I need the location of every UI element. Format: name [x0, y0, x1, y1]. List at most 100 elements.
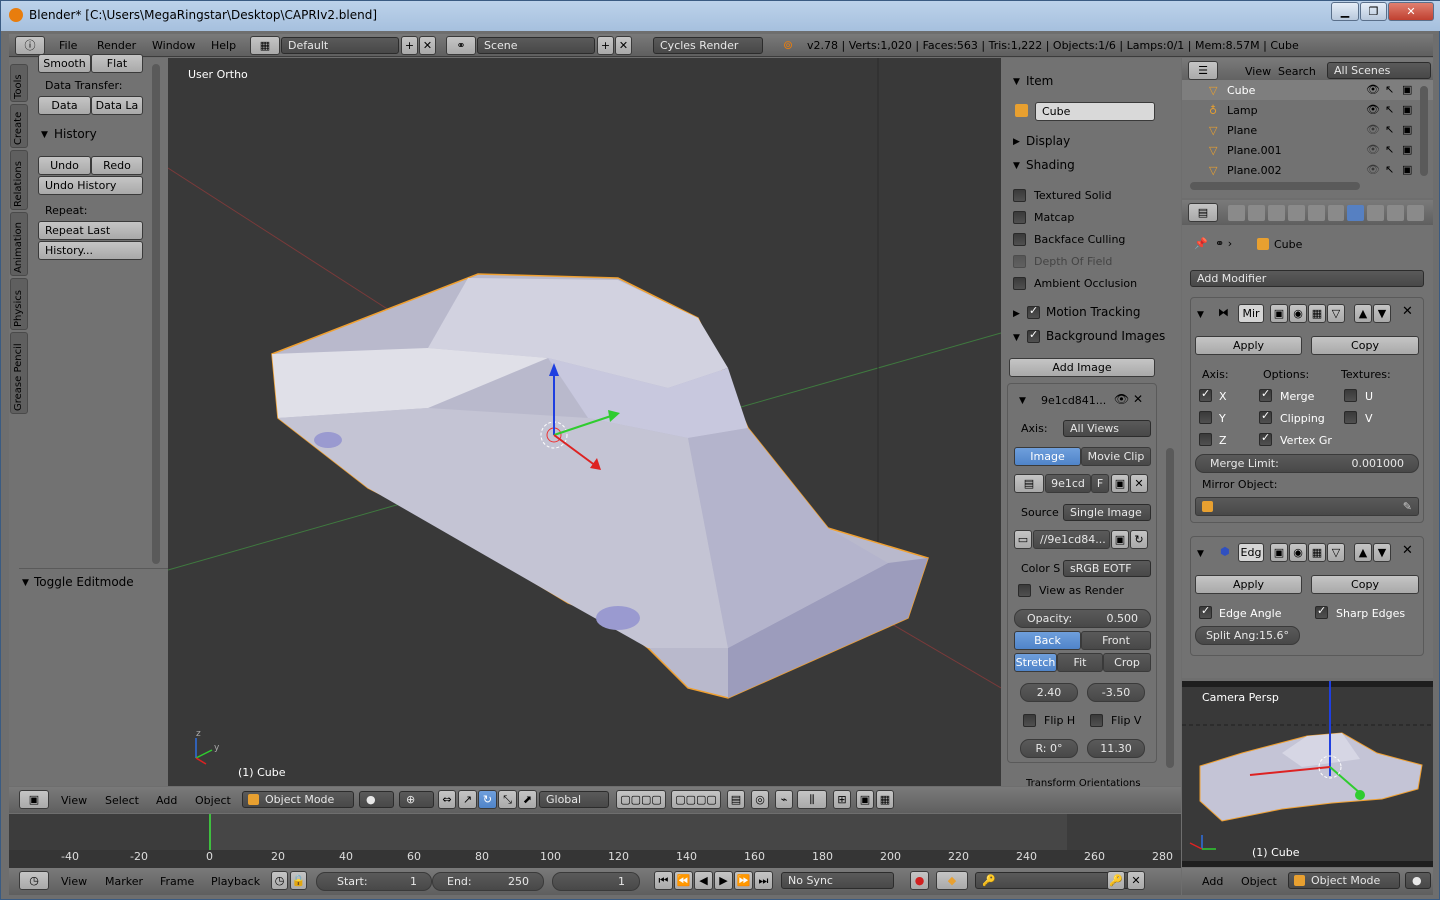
- menu-view[interactable]: View: [61, 794, 87, 807]
- merge-limit-slider[interactable]: Merge Limit: 0.001000: [1195, 454, 1419, 473]
- motion-tracking-header[interactable]: Motion Tracking: [1046, 305, 1140, 319]
- tool-shelf-scrollbar[interactable]: [152, 64, 160, 564]
- axis-y-checkbox[interactable]: [1199, 411, 1212, 424]
- clipping-checkbox[interactable]: [1259, 409, 1272, 424]
- menu-add[interactable]: Add: [156, 794, 177, 807]
- visibility-eye-icon[interactable]: 👁: [1366, 103, 1380, 116]
- pivot-point-select[interactable]: ⊕: [399, 791, 434, 808]
- flat-button[interactable]: Flat: [91, 54, 143, 73]
- constraints-tab-icon[interactable]: [1327, 205, 1345, 221]
- tab-movie-clip[interactable]: Movie Clip: [1081, 447, 1151, 466]
- vertex-group-checkbox[interactable]: [1259, 431, 1272, 446]
- display-expand-icon[interactable]: ▶: [1013, 137, 1020, 147]
- crop-button[interactable]: Crop: [1103, 653, 1151, 672]
- front-button[interactable]: Front: [1081, 631, 1151, 650]
- undo-button[interactable]: Undo: [38, 156, 91, 175]
- visibility-eye-icon[interactable]: 👁: [1366, 163, 1380, 176]
- jump-keyframe-forward-icon[interactable]: ⏩: [734, 871, 753, 890]
- transform-orientations-header[interactable]: Transform Orientations: [1026, 778, 1141, 786]
- object-tab-icon[interactable]: [1307, 205, 1325, 221]
- end-frame-field[interactable]: End: 250: [432, 872, 544, 891]
- unlink-image-icon[interactable]: ✕: [1130, 474, 1148, 493]
- render-toggle-icon[interactable]: ▣: [1270, 543, 1288, 562]
- world-tab-icon[interactable]: [1287, 205, 1305, 221]
- smooth-button[interactable]: Smooth: [38, 54, 91, 73]
- object-mode-select[interactable]: Object Mode: [242, 791, 354, 808]
- renderable-camera-icon[interactable]: ▣: [1402, 103, 1412, 116]
- scale-manipulator-icon[interactable]: ⤡: [498, 790, 517, 809]
- texture-tab-icon[interactable]: [1407, 205, 1425, 221]
- screen-layout-icon[interactable]: ▦: [250, 36, 280, 55]
- remove-edge-split-icon[interactable]: ✕: [1402, 543, 1413, 558]
- proportional-edit-icon[interactable]: ◎: [751, 790, 769, 809]
- translate-manipulator-icon[interactable]: ↗: [458, 790, 477, 809]
- tab-animation[interactable]: Animation: [10, 212, 28, 276]
- texture-v-checkbox[interactable]: [1344, 411, 1357, 424]
- current-frame-field[interactable]: 1: [552, 872, 640, 891]
- color-space-select[interactable]: sRGB EOTF: [1063, 560, 1151, 577]
- camera-menu-object[interactable]: Object: [1241, 875, 1277, 888]
- size-field[interactable]: 11.30: [1087, 739, 1145, 758]
- viewport-toggle-icon[interactable]: ◉: [1289, 543, 1307, 562]
- history-button[interactable]: History...: [38, 241, 143, 260]
- record-icon[interactable]: ●: [910, 871, 929, 890]
- toggle-editmode-expand-icon[interactable]: ▼: [22, 578, 29, 588]
- data-layout-button[interactable]: Data La: [91, 96, 143, 115]
- visibility-eye-icon[interactable]: 👁: [1366, 143, 1380, 156]
- material-tab-icon[interactable]: [1387, 205, 1405, 221]
- data-transfer-button[interactable]: Data: [38, 96, 91, 115]
- selectable-cursor-icon[interactable]: ↖: [1385, 123, 1394, 136]
- back-button[interactable]: Back: [1014, 631, 1081, 650]
- source-select[interactable]: Single Image: [1063, 504, 1151, 521]
- depth-of-field-checkbox[interactable]: [1013, 255, 1026, 268]
- minimize-button[interactable]: ▁: [1331, 2, 1359, 21]
- delete-keyframe-icon[interactable]: ✕: [1127, 871, 1145, 890]
- manipulator-toggle-icon[interactable]: ⇔: [438, 790, 456, 809]
- menu-select[interactable]: Select: [105, 794, 139, 807]
- outliner-search-menu[interactable]: Search: [1278, 65, 1316, 78]
- redo-button[interactable]: Redo: [91, 156, 143, 175]
- remove-layout-button[interactable]: ✕: [419, 36, 436, 55]
- sharp-edges-checkbox[interactable]: [1315, 604, 1328, 619]
- selectable-cursor-icon[interactable]: ↖: [1385, 103, 1394, 116]
- preview-range-icon[interactable]: ◷: [271, 871, 288, 890]
- start-frame-field[interactable]: Start: 1: [316, 872, 432, 891]
- renderable-camera-icon[interactable]: ▣: [1402, 143, 1412, 156]
- camera-menu-add[interactable]: Add: [1202, 875, 1223, 888]
- viewport-toggle-icon[interactable]: ◉: [1289, 304, 1307, 323]
- jump-start-icon[interactable]: ⏮: [654, 871, 673, 890]
- rotation-field[interactable]: R: 0°: [1020, 739, 1078, 758]
- edge-split-expand-icon[interactable]: ▼: [1197, 549, 1204, 559]
- current-frame-marker[interactable]: [209, 814, 211, 850]
- close-window-button[interactable]: ✕: [1388, 2, 1434, 21]
- cage-toggle-icon[interactable]: ▽: [1327, 304, 1345, 323]
- screen-layout-field[interactable]: Default: [281, 37, 399, 54]
- lock-layers-icon[interactable]: ▤: [727, 790, 745, 809]
- editmode-toggle-icon[interactable]: ▦: [1308, 304, 1326, 323]
- snap-element-icon[interactable]: ⫼: [797, 790, 827, 809]
- outliner-vscrollbar[interactable]: [1420, 86, 1428, 176]
- menu-file[interactable]: File: [59, 39, 77, 52]
- menu-render[interactable]: Render: [97, 39, 136, 52]
- selectable-cursor-icon[interactable]: ↖: [1385, 143, 1394, 156]
- background-images-checkbox[interactable]: [1027, 328, 1040, 343]
- image-browse-icon[interactable]: ▤: [1014, 474, 1044, 493]
- opengl-render-icon[interactable]: ▣: [856, 790, 874, 809]
- edge-angle-checkbox[interactable]: [1199, 604, 1212, 619]
- selectable-cursor-icon[interactable]: ↖: [1385, 83, 1394, 96]
- timeline-menu-view[interactable]: View: [61, 875, 87, 888]
- shading-panel-header[interactable]: Shading: [1026, 158, 1075, 172]
- remove-scene-button[interactable]: ✕: [615, 36, 632, 55]
- layer-buttons-a[interactable]: ▢▢▢▢: [616, 790, 666, 809]
- motion-tracking-checkbox[interactable]: [1027, 304, 1040, 319]
- opacity-slider[interactable]: Opacity: 0.500: [1014, 609, 1151, 628]
- add-scene-button[interactable]: +: [597, 36, 614, 55]
- outliner-view-menu[interactable]: View: [1245, 65, 1271, 78]
- outliner-hscrollbar[interactable]: [1190, 182, 1360, 190]
- mirror-copy-button[interactable]: Copy: [1311, 336, 1419, 355]
- timeline[interactable]: [9, 814, 1181, 868]
- maximize-button[interactable]: ❐: [1360, 2, 1387, 21]
- item-expand-icon[interactable]: ▼: [1013, 77, 1020, 87]
- opengl-anim-icon[interactable]: ▦: [876, 790, 894, 809]
- 3d-viewport[interactable]: z y User Ortho (1) Cube: [168, 58, 1001, 786]
